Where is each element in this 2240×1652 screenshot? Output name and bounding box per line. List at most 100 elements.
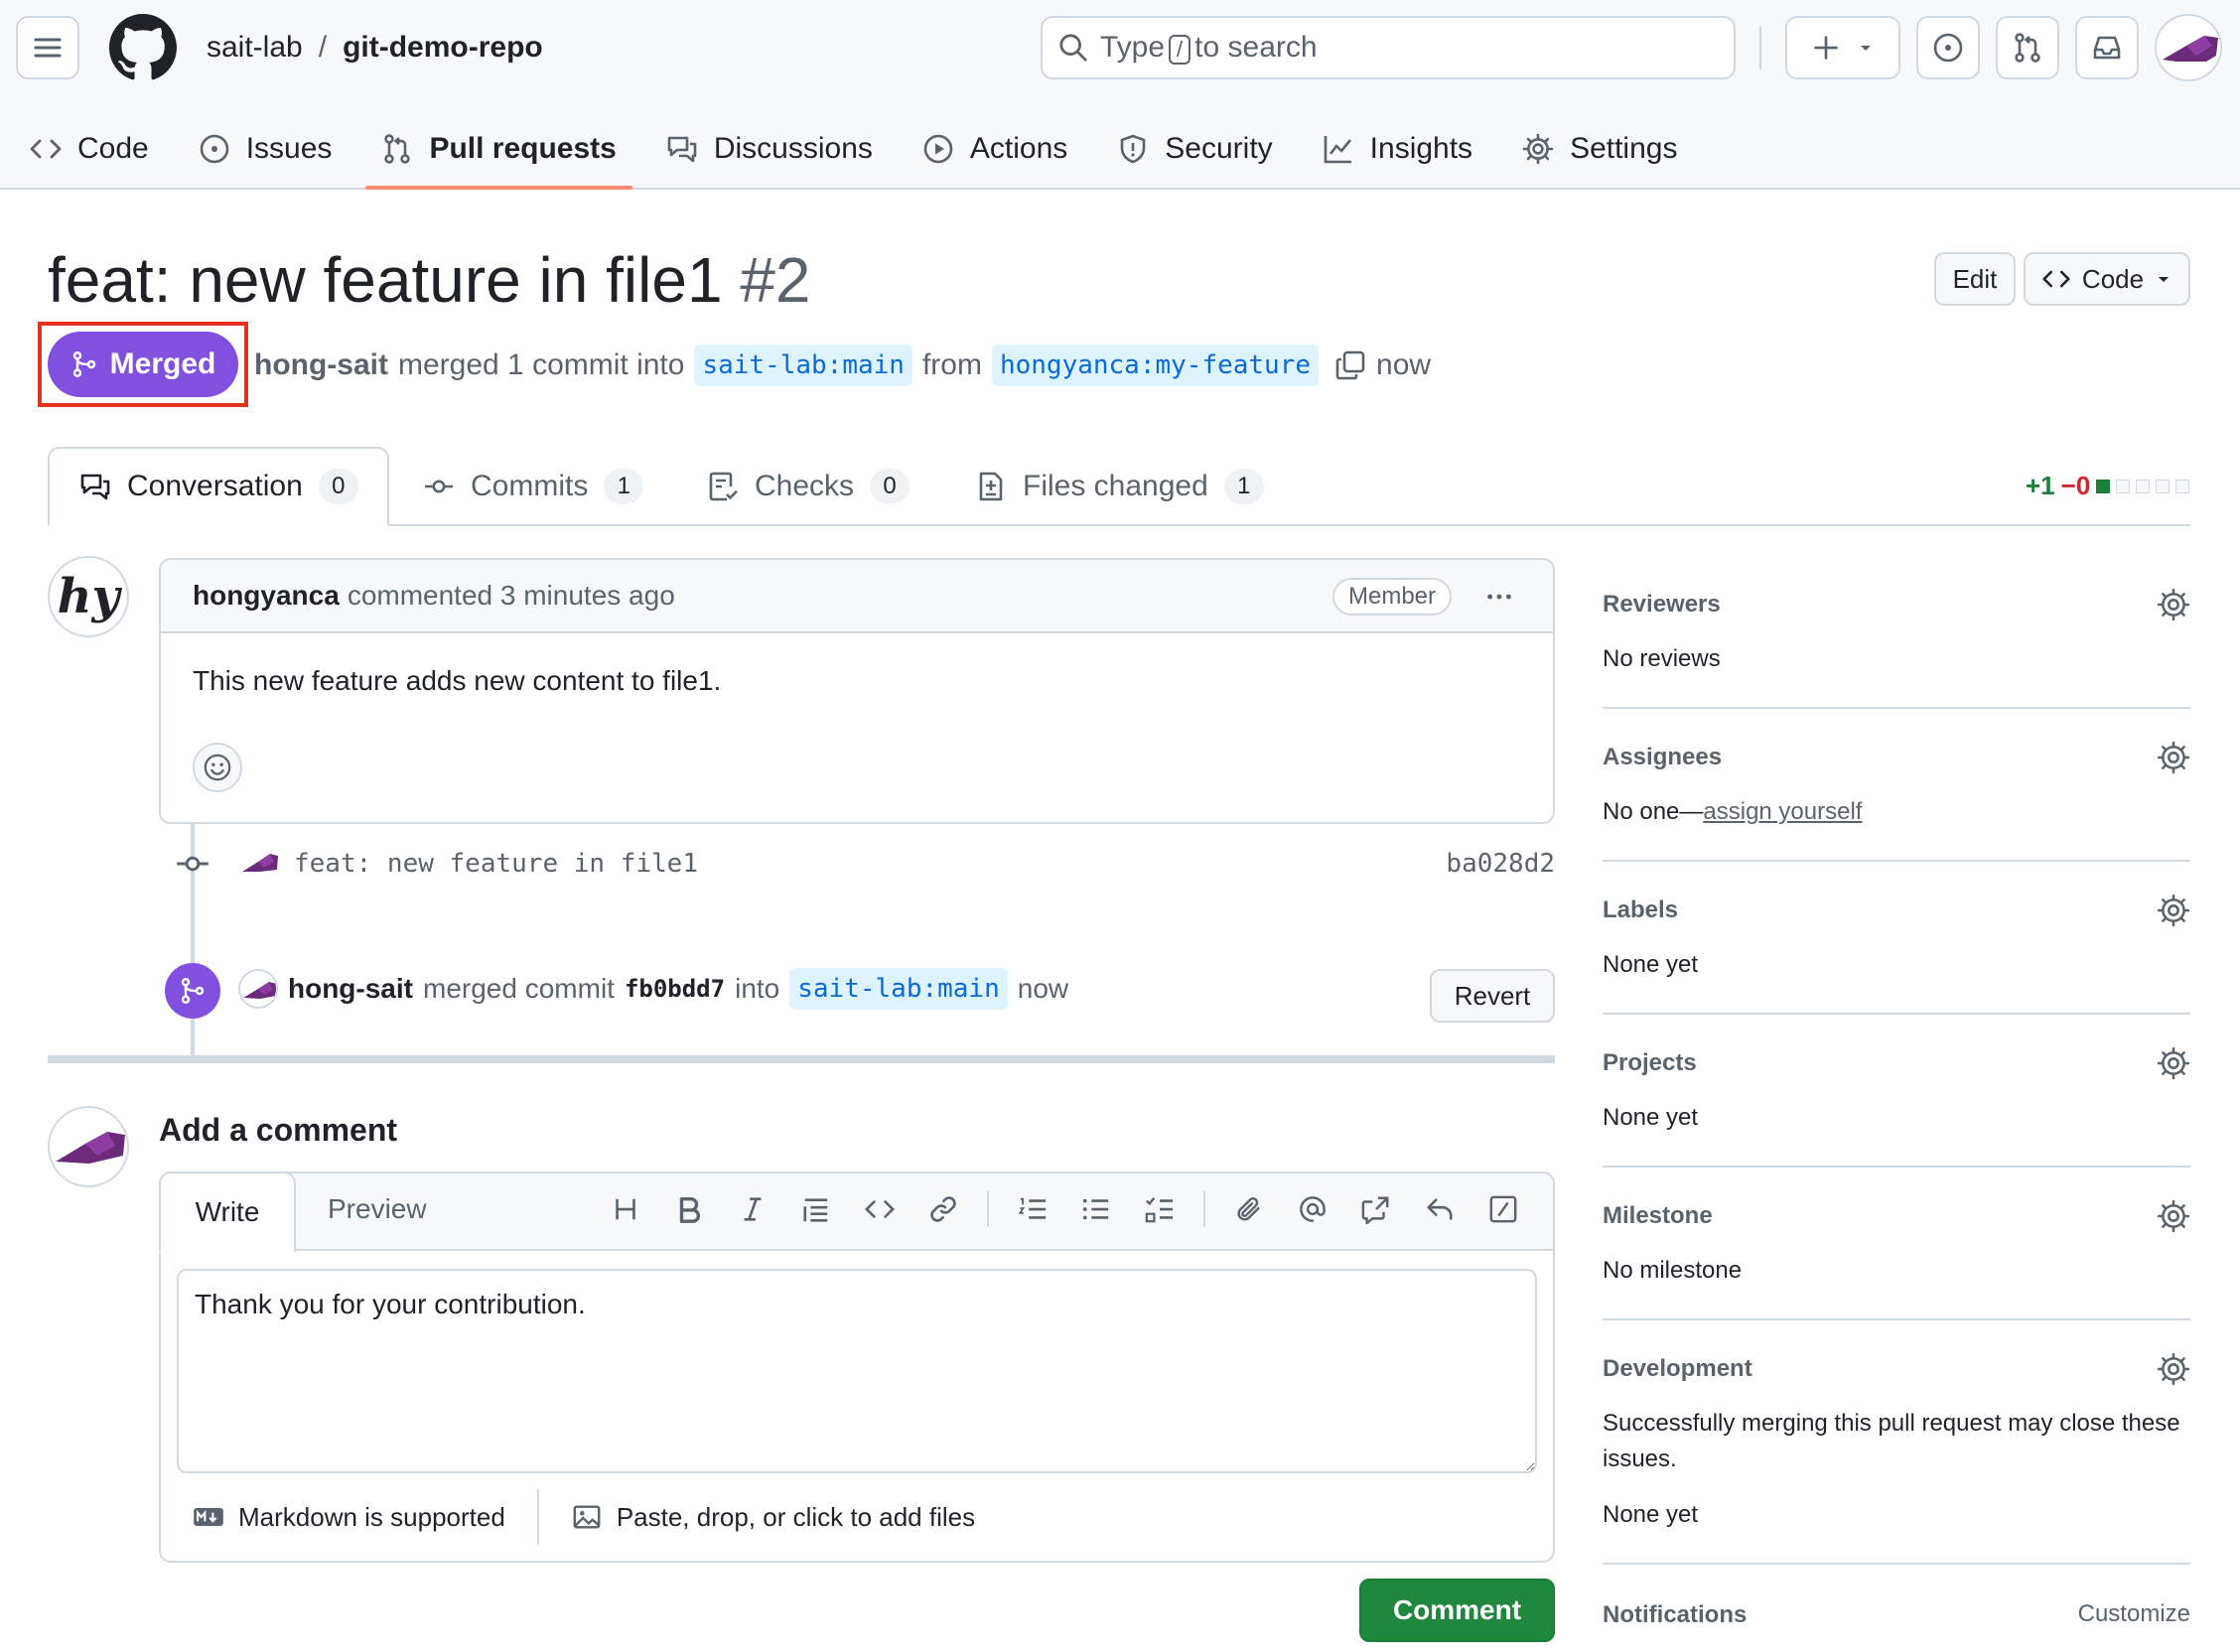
comment-author[interactable]: hongyanca <box>193 580 340 612</box>
pr-from-text: from <box>921 348 982 381</box>
nav-settings[interactable]: Settings <box>1522 121 1677 177</box>
menu-button[interactable] <box>16 16 79 79</box>
nav-code-label: Code <box>77 132 149 165</box>
merge-text: merged commit <box>423 973 615 1004</box>
base-branch[interactable]: sait-lab:main <box>694 344 912 386</box>
reviewers-title[interactable]: Reviewers <box>1603 590 2190 620</box>
merger-avatar[interactable] <box>238 969 278 1009</box>
kebab-horizontal-icon[interactable] <box>1481 582 1517 612</box>
pr-merged-text: merged 1 commit into <box>398 348 685 381</box>
search-input[interactable]: Type / to search <box>1041 16 1736 79</box>
current-user-avatar[interactable] <box>48 1106 129 1187</box>
reply-icon[interactable] <box>1420 1187 1460 1231</box>
revert-button[interactable]: Revert <box>1430 969 1555 1023</box>
unordered-list-icon[interactable] <box>1076 1187 1116 1231</box>
tab-files-changed[interactable]: Files changed 1 <box>975 447 1264 526</box>
projects-title[interactable]: Projects <box>1603 1048 2190 1078</box>
edit-button[interactable]: Edit <box>1934 252 2016 306</box>
inbox-button[interactable] <box>2075 16 2139 79</box>
tab-commits[interactable]: Commits 1 <box>423 447 644 526</box>
nav-security[interactable]: Security <box>1117 121 1273 177</box>
commit-sha[interactable]: ba028d2 <box>1446 849 1555 879</box>
avatar-image <box>2163 36 2218 62</box>
code-label: Code <box>2081 263 2145 294</box>
issues-button[interactable] <box>1916 16 1980 79</box>
commit-author-avatar[interactable] <box>240 848 280 878</box>
shield-icon <box>1120 134 1146 164</box>
tab-checks[interactable]: Checks 0 <box>707 447 910 526</box>
cross-reference-icon[interactable] <box>1356 1187 1396 1231</box>
nav-code[interactable]: Code <box>30 121 149 177</box>
attach-files-note[interactable]: Paste, drop, or click to add files <box>617 1502 975 1533</box>
sidebar-milestone: Milestone No milestone <box>1603 1168 2190 1320</box>
gear-icon[interactable] <box>2157 1199 2190 1233</box>
pr-author[interactable]: hong-sait <box>254 344 388 387</box>
projects-value: None yet <box>1603 1104 1699 1131</box>
merge-target-branch[interactable]: sait-lab:main <box>789 968 1008 1010</box>
slash-command-icon[interactable] <box>1483 1187 1523 1231</box>
create-new-button[interactable] <box>1785 16 1900 79</box>
gear-icon[interactable] <box>2157 1046 2190 1080</box>
development-title[interactable]: Development <box>1603 1354 2190 1384</box>
customize-link[interactable]: Customize <box>2078 1600 2190 1628</box>
tab-files-changed-label: Files changed <box>1023 470 1208 502</box>
sidebar-assignees: Assignees No one—assign yourself <box>1603 709 2190 862</box>
gear-icon[interactable] <box>2157 741 2190 774</box>
repo-navigation: Code Issues Pull requests Discussions Ac… <box>30 121 1677 190</box>
merge-author[interactable]: hong-sait <box>288 973 413 1005</box>
tab-preview[interactable]: Preview <box>328 1193 427 1225</box>
commenter-avatar[interactable]: hy <box>48 556 129 637</box>
git-merge-icon <box>181 978 205 1004</box>
comment-textarea[interactable]: Thank you for your contribution. <box>177 1269 1537 1473</box>
breadcrumb-repo[interactable]: git-demo-repo <box>343 26 543 69</box>
commit-message[interactable]: feat: new feature in file1 <box>294 849 698 879</box>
bold-icon[interactable] <box>669 1187 709 1231</box>
milestone-title[interactable]: Milestone <box>1603 1201 2190 1231</box>
tab-commits-count: 1 <box>604 469 644 504</box>
italic-icon[interactable] <box>733 1187 772 1231</box>
editor-header: Write Preview <box>159 1171 1553 1253</box>
nav-insights[interactable]: Insights <box>1323 121 1472 177</box>
nav-discussions[interactable]: Discussions <box>666 121 873 177</box>
comment-card: hongyanca commented 3 minutes ago Member… <box>159 558 1555 824</box>
play-icon <box>923 134 953 164</box>
gear-icon[interactable] <box>2157 1352 2190 1386</box>
gear-icon[interactable] <box>2157 894 2190 927</box>
labels-value: None yet <box>1603 951 1699 978</box>
tab-conversation-label: Conversation <box>127 470 303 502</box>
tasklist-icon[interactable] <box>1140 1187 1180 1231</box>
gear-icon[interactable] <box>2157 588 2190 621</box>
tab-write[interactable]: Write <box>159 1171 296 1253</box>
user-avatar[interactable] <box>2155 14 2222 81</box>
heading-icon[interactable] <box>606 1187 645 1231</box>
comment-action[interactable]: commented 3 minutes ago <box>348 580 675 612</box>
comment-submit-button[interactable]: Comment <box>1359 1579 1555 1642</box>
nav-pull-requests[interactable]: Pull requests <box>365 121 633 190</box>
reviewers-value: No reviews <box>1603 645 1721 672</box>
quote-icon[interactable] <box>796 1187 836 1231</box>
code-dropdown-button[interactable]: Code <box>2024 252 2190 306</box>
breadcrumb-owner[interactable]: sait-lab <box>207 26 303 69</box>
tab-conversation[interactable]: Conversation 0 <box>48 447 389 526</box>
markdown-note[interactable]: Markdown is supported <box>238 1502 505 1533</box>
comment-discussion-icon <box>80 474 110 500</box>
assign-yourself-link[interactable]: assign yourself <box>1703 798 1862 825</box>
inbox-icon <box>2093 36 2121 60</box>
github-logo-icon[interactable] <box>109 14 177 81</box>
pull-requests-button[interactable] <box>1996 16 2059 79</box>
nav-issues[interactable]: Issues <box>199 121 332 177</box>
merge-commit-sha[interactable]: fb0bdd7 <box>625 975 725 1003</box>
copy-icon[interactable] <box>1334 349 1366 381</box>
paperclip-icon[interactable] <box>1229 1187 1269 1231</box>
assignees-title[interactable]: Assignees <box>1603 743 2190 772</box>
nav-discussions-label: Discussions <box>713 132 873 165</box>
ordered-list-icon[interactable] <box>1013 1187 1052 1231</box>
nav-actions[interactable]: Actions <box>922 121 1067 177</box>
tab-commits-label: Commits <box>471 470 589 502</box>
labels-title[interactable]: Labels <box>1603 895 2190 925</box>
link-icon[interactable] <box>923 1187 963 1231</box>
head-branch[interactable]: hongyanca:my-feature <box>991 344 1320 386</box>
code-icon[interactable] <box>860 1187 900 1231</box>
mention-icon[interactable] <box>1293 1187 1332 1231</box>
add-reaction-button[interactable] <box>193 743 242 792</box>
